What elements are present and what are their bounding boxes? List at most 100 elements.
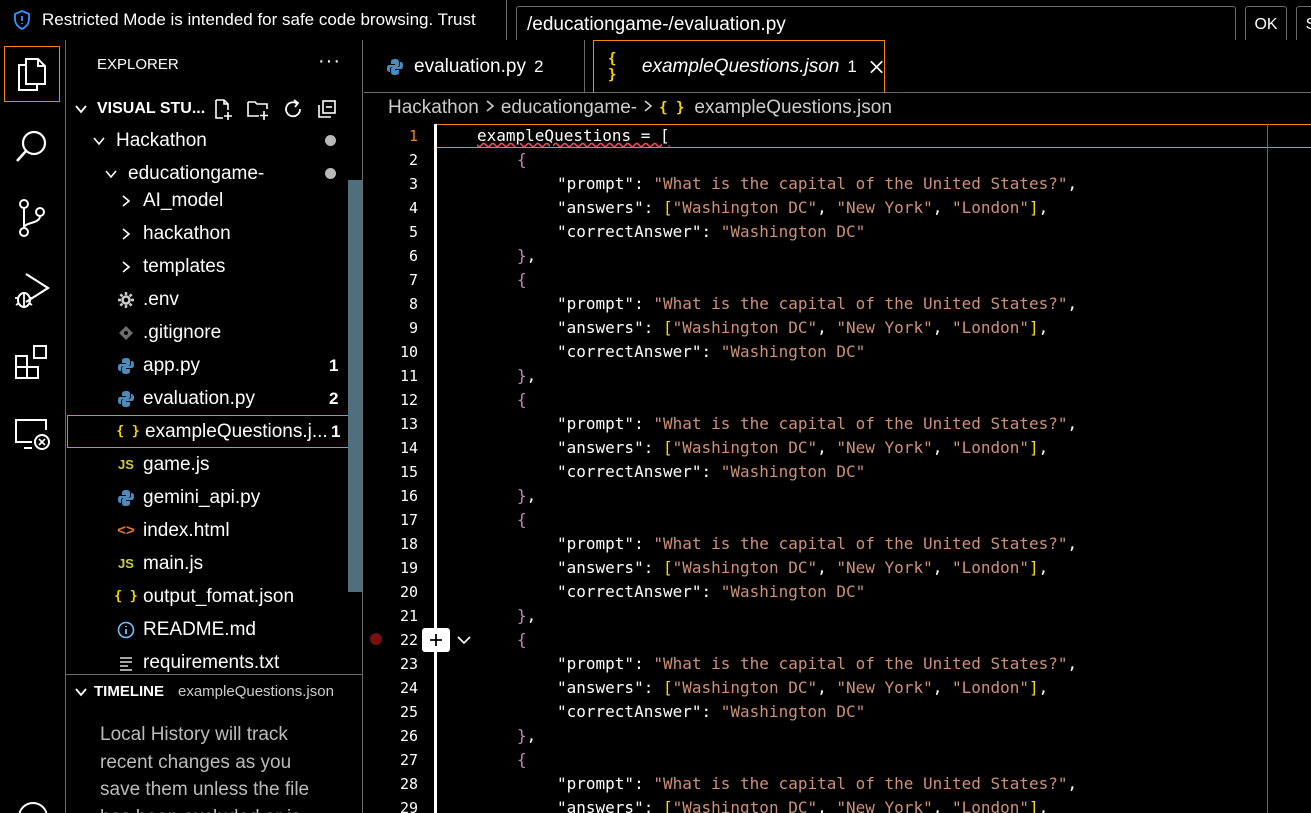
breadcrumb-item[interactable]: Hackathon: [388, 97, 479, 119]
file-item[interactable]: app.py 1: [66, 349, 346, 382]
breakpoint-hint-icon[interactable]: [370, 633, 382, 645]
code-token: }: [517, 726, 527, 745]
code-line: "prompt": "What is the capital of the Un…: [557, 292, 1077, 316]
line-number: 2: [408, 151, 418, 169]
modified-dot: [325, 135, 336, 146]
tab-label: exampleQuestions.json: [641, 56, 840, 77]
code-token: "London": [951, 198, 1030, 217]
code-token: ,: [817, 798, 837, 813]
source-control-icon[interactable]: [4, 190, 60, 246]
breadcrumb-item[interactable]: exampleQuestions.json: [694, 97, 892, 119]
code-token: }: [517, 246, 527, 265]
chevron-right-icon: [118, 259, 134, 275]
file-item[interactable]: .env: [66, 283, 346, 316]
folder-item[interactable]: hackathon: [66, 217, 346, 250]
code-token: [: [662, 558, 673, 577]
code-token: ,: [932, 678, 952, 697]
secondary-button[interactable]: S: [1296, 6, 1311, 44]
python-icon: [115, 390, 137, 408]
code-token: :: [701, 582, 721, 601]
folder-item[interactable]: Hackathon: [66, 124, 346, 157]
code-token: "London": [951, 438, 1030, 457]
run-debug-icon[interactable]: [4, 262, 60, 318]
add-comment-icon[interactable]: [422, 628, 450, 652]
file-item[interactable]: { } exampleQuestions.j... 1: [67, 415, 362, 448]
problem-count-badge: 1: [331, 421, 341, 441]
code-token: ,: [932, 318, 952, 337]
code-token: "Washington DC": [720, 582, 866, 601]
file-item[interactable]: README.md: [66, 613, 346, 646]
refresh-icon[interactable]: [282, 98, 304, 126]
new-folder-icon[interactable]: [246, 98, 270, 126]
file-item[interactable]: .gitignore: [66, 316, 346, 349]
code-token: "answers": [557, 678, 644, 697]
timeline-header[interactable]: TIMELINE exampleQuestions.json: [74, 683, 334, 700]
tree-item-label: app.py: [143, 354, 201, 376]
line-number: 7: [408, 271, 418, 289]
breadcrumb-item[interactable]: educationgame-: [501, 97, 637, 119]
workspace-header[interactable]: VISUAL STU...: [66, 92, 346, 125]
code-line: "prompt": "What is the capital of the Un…: [557, 532, 1077, 556]
tab-examplequestions-json[interactable]: { } exampleQuestions.json 1: [593, 40, 885, 93]
code-token: ,: [932, 198, 952, 217]
code-editor[interactable]: exampleQuestions = [ { "prompt": "What is …: [437, 124, 1267, 813]
json-icon: { }: [608, 51, 617, 83]
code-token: "What is the capital of the United State…: [653, 534, 1068, 553]
code-token: "What is the capital of the United State…: [653, 654, 1068, 673]
code-token: {: [517, 150, 527, 169]
line-number: 12: [399, 391, 418, 409]
tab-problem-badge: 2: [533, 56, 544, 76]
code-line: {: [517, 388, 527, 412]
chevron-right-icon: [485, 97, 495, 119]
code-line: "correctAnswer": "Washington DC": [557, 700, 865, 724]
line-number: 9: [408, 319, 418, 337]
new-file-icon[interactable]: [212, 98, 234, 126]
file-item[interactable]: gemini_api.py: [66, 481, 346, 514]
code-token: [: [662, 438, 673, 457]
close-icon[interactable]: [869, 59, 884, 75]
file-item[interactable]: <> index.html: [66, 514, 346, 547]
collapse-all-icon[interactable]: [316, 98, 338, 126]
code-token: ,: [1067, 294, 1078, 313]
code-token: ,: [526, 486, 537, 505]
chevron-right-icon: [643, 97, 653, 119]
code-token: {: [517, 750, 527, 769]
line-number: 13: [399, 415, 418, 433]
code-line: "prompt": "What is the capital of the Un…: [557, 772, 1077, 796]
code-token: ]: [1029, 678, 1039, 697]
ok-button[interactable]: OK: [1245, 6, 1287, 44]
search-icon[interactable]: [4, 118, 60, 174]
file-item[interactable]: { } output_fomat.json: [66, 580, 346, 613]
folder-item[interactable]: AI_model: [66, 184, 346, 217]
sidebar-scrollbar[interactable]: [348, 180, 362, 592]
quick-input-field[interactable]: /educationgame-/evaluation.py: [516, 6, 1236, 44]
folder-item[interactable]: templates: [66, 250, 346, 283]
code-token: exampleQuestions = [: [477, 126, 670, 145]
code-token: ,: [526, 246, 537, 265]
tab-evaluation-py[interactable]: evaluation.py 2: [364, 40, 585, 93]
explorer-title: EXPLORER: [97, 56, 179, 73]
code-token: "Washington DC": [720, 702, 866, 721]
chevron-down-icon: [103, 166, 119, 182]
line-number: 5: [408, 223, 418, 241]
code-token: ,: [1038, 678, 1049, 697]
code-token: "Washington DC": [672, 318, 818, 337]
line-number: 8: [408, 295, 418, 313]
file-item[interactable]: JS game.js: [66, 448, 346, 481]
remote-explorer-icon[interactable]: [4, 406, 60, 462]
extensions-icon[interactable]: [4, 334, 60, 390]
workspace-name: VISUAL STU...: [97, 99, 206, 117]
code-token: ]: [1029, 798, 1039, 813]
code-token: [: [662, 678, 673, 697]
tab-label: evaluation.py: [414, 55, 526, 77]
fold-chevron-icon[interactable]: [456, 632, 472, 653]
more-actions-icon[interactable]: ···: [318, 50, 341, 73]
file-item[interactable]: evaluation.py 2: [66, 382, 346, 415]
info-icon: [115, 621, 137, 639]
code-token: ,: [817, 678, 837, 697]
accounts-icon[interactable]: [18, 802, 48, 813]
file-item[interactable]: JS main.js: [66, 547, 346, 580]
code-line: "correctAnswer": "Washington DC": [557, 460, 865, 484]
code-token: ]: [1029, 198, 1039, 217]
explorer-icon[interactable]: [4, 46, 60, 102]
